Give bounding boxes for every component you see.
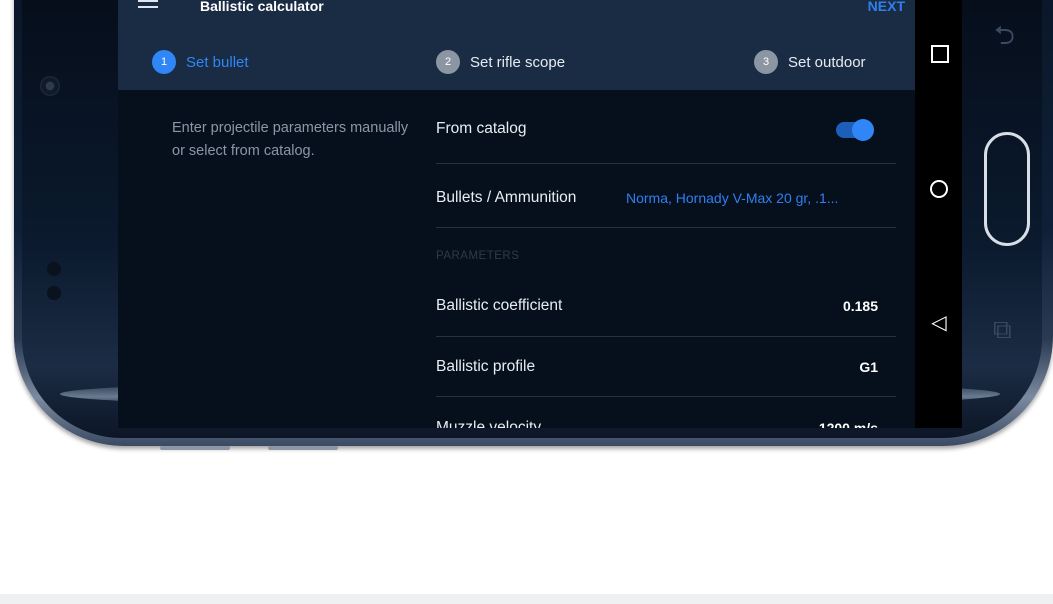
muzzle-velocity-label: Muzzle velocity	[436, 419, 542, 428]
ballistic-coefficient-label: Ballistic coefficient	[436, 297, 563, 314]
sensor-dot	[47, 262, 61, 276]
from-catalog-label: From catalog	[436, 120, 527, 137]
home-hardware-button[interactable]	[984, 132, 1030, 246]
app-window: Ballistic calculator NEXT 1 Set bullet 2…	[118, 0, 915, 428]
next-button[interactable]: NEXT	[868, 0, 905, 14]
android-nav-bar: ◁	[915, 0, 962, 428]
step-label: Set rifle scope	[470, 53, 566, 71]
recents-hardware-key-icon: ⧉	[993, 314, 1012, 344]
step-set-outdoor[interactable]: 3 Set outdoor	[754, 50, 866, 74]
toggle-knob	[852, 119, 874, 141]
app-title: Ballistic calculator	[200, 0, 324, 14]
step-label: Set outdoor	[788, 53, 866, 71]
ballistic-coefficient-row[interactable]: Ballistic coefficient 0.185	[436, 277, 896, 337]
bullets-ammunition-value[interactable]: Norma, Hornady V-Max 20 gr, .1...	[626, 190, 838, 206]
sensor-dot	[47, 286, 61, 300]
step-set-bullet[interactable]: 1 Set bullet	[152, 50, 249, 74]
front-camera-icon	[40, 76, 60, 96]
power-button	[268, 446, 338, 450]
back-hardware-key-icon: ⮌	[994, 20, 1015, 50]
step-set-rifle-scope[interactable]: 2 Set rifle scope	[436, 50, 565, 74]
volume-button	[160, 446, 230, 450]
square-icon[interactable]	[931, 45, 949, 63]
ballistic-profile-row[interactable]: Ballistic profile G1	[436, 337, 896, 397]
step-number-badge: 3	[754, 50, 778, 74]
step-number-badge: 1	[152, 50, 176, 74]
step-label: Set bullet	[186, 53, 249, 71]
phone-screen: Ballistic calculator NEXT 1 Set bullet 2…	[118, 0, 962, 428]
hamburger-menu-icon[interactable]	[138, 0, 158, 12]
step-number-badge: 2	[436, 50, 460, 74]
ballistic-profile-value: G1	[859, 359, 878, 375]
triangle-back-icon[interactable]: ◁	[927, 313, 951, 333]
from-catalog-row[interactable]: From catalog	[436, 104, 896, 164]
ballistic-coefficient-value: 0.185	[842, 298, 878, 314]
page-footer-band	[0, 594, 1053, 604]
bullets-ammunition-row[interactable]: Bullets / Ammunition Norma, Hornady V-Ma…	[436, 168, 896, 228]
circle-icon[interactable]	[930, 180, 948, 198]
step-hint-text: Enter projectile parameters manually or …	[172, 120, 409, 159]
muzzle-velocity-row[interactable]: Muzzle velocity 1200 m/s	[436, 397, 896, 428]
ballistic-profile-label: Ballistic profile	[436, 358, 536, 375]
app-header: Ballistic calculator NEXT 1 Set bullet 2…	[118, 0, 915, 90]
bullets-ammunition-label: Bullets / Ammunition	[436, 189, 577, 206]
from-catalog-toggle[interactable]	[836, 119, 874, 141]
muzzle-velocity-value: 1200 m/s	[818, 420, 878, 428]
parameters-section-header: PARAMETERS	[436, 250, 520, 262]
